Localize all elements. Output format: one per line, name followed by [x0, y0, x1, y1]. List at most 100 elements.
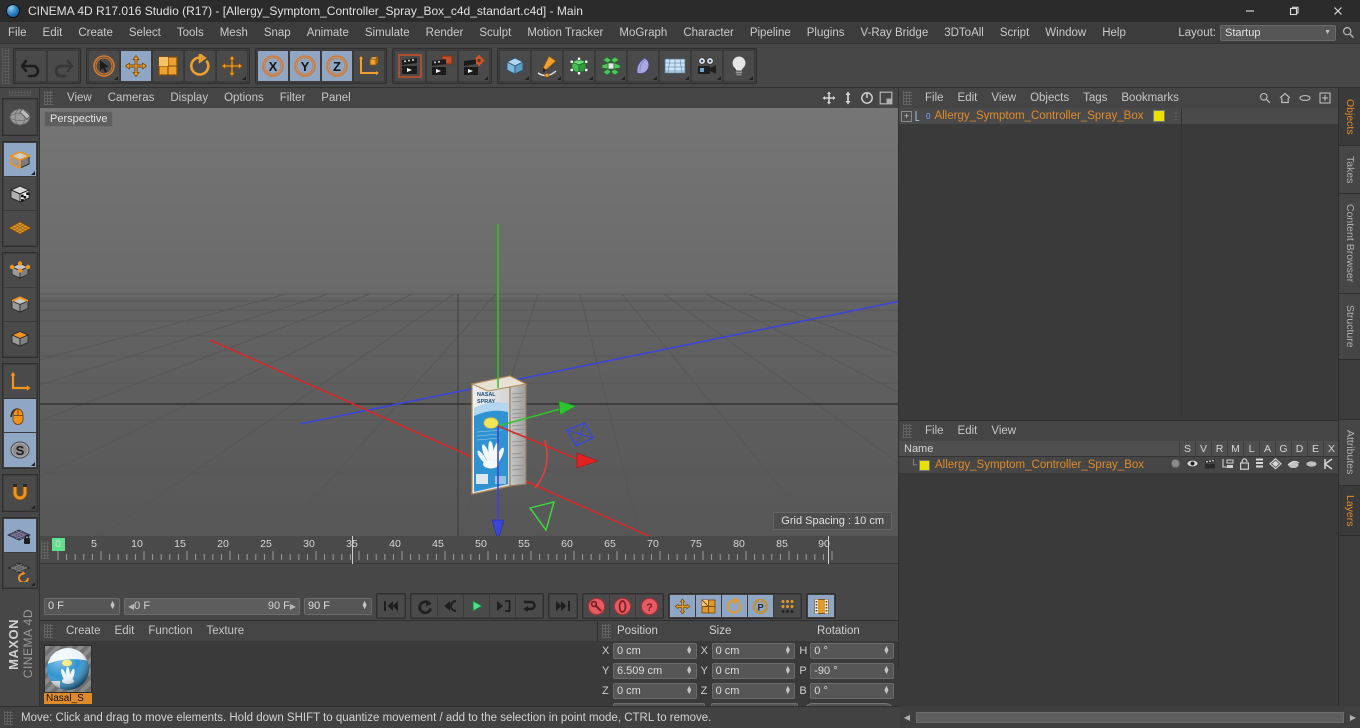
- scale-key-button[interactable]: [696, 595, 722, 617]
- objects-menu-file[interactable]: File: [918, 88, 951, 108]
- viewport-menu-options[interactable]: Options: [216, 88, 272, 108]
- object-layer-color-swatch[interactable]: [1153, 110, 1166, 122]
- rot-b-input[interactable]: 0 ° ▲ ▼: [810, 682, 894, 699]
- y-axis-lock-button[interactable]: Y: [289, 49, 321, 82]
- layers-col-d[interactable]: D: [1291, 440, 1307, 457]
- rotate-icon[interactable]: [859, 90, 875, 106]
- render-settings-button[interactable]: [458, 49, 490, 82]
- objects-tree-row[interactable]: + 0 Allergy_Symptom_Controller_Spray_Box…: [899, 108, 1339, 125]
- minimize-button[interactable]: [1228, 0, 1272, 22]
- pos-z-input[interactable]: 0 cm ▲ ▼: [612, 682, 697, 699]
- scrollbar-track[interactable]: [916, 711, 1344, 723]
- menu-pipeline[interactable]: Pipeline: [742, 22, 799, 44]
- tab-structure[interactable]: Structure: [1339, 294, 1360, 360]
- pos-x-input[interactable]: 0 cm ▲ ▼: [612, 642, 697, 659]
- step-back-button[interactable]: [438, 595, 464, 617]
- xpresso-toggle-icon[interactable]: [1323, 457, 1335, 473]
- viewport-menu-filter[interactable]: Filter: [272, 88, 314, 108]
- menu-snap[interactable]: Snap: [256, 22, 299, 44]
- layers-grip[interactable]: [903, 424, 912, 438]
- layers-col-s[interactable]: S: [1179, 440, 1195, 457]
- objects-menu-bookmarks[interactable]: Bookmarks: [1114, 88, 1186, 108]
- workplane-rotate-button[interactable]: [3, 553, 36, 587]
- viewport-menu-display[interactable]: Display: [162, 88, 216, 108]
- axis-mode-button[interactable]: [3, 365, 36, 399]
- enable-axis-button[interactable]: [3, 399, 36, 433]
- scroll-right-arrow-icon[interactable]: ▶: [1346, 710, 1360, 724]
- loop-button[interactable]: [516, 595, 542, 617]
- frame-range-slider[interactable]: ◀ 0 F 90 F ▶: [124, 597, 300, 615]
- magnet-tool-button[interactable]: [3, 476, 36, 510]
- ellipse-icon[interactable]: [1298, 91, 1312, 105]
- menu-plugins[interactable]: Plugins: [799, 22, 853, 44]
- rotate-tool-button[interactable]: [184, 49, 216, 82]
- menu-file[interactable]: File: [0, 22, 35, 44]
- menu-3dtoall[interactable]: 3DToAll: [936, 22, 992, 44]
- expression-toggle-icon[interactable]: [1305, 458, 1318, 472]
- material-menu-function[interactable]: Function: [141, 621, 199, 641]
- menu-edit[interactable]: Edit: [35, 22, 71, 44]
- rewind-loop-button[interactable]: [412, 595, 438, 617]
- menu-mesh[interactable]: Mesh: [212, 22, 256, 44]
- size-y-input[interactable]: 0 cm ▲ ▼: [711, 662, 796, 679]
- spinner-icon[interactable]: ▲ ▼: [780, 665, 791, 676]
- toolbar-grip[interactable]: [2, 47, 10, 84]
- objects-menu-tags[interactable]: Tags: [1076, 88, 1114, 108]
- tab-takes[interactable]: Takes: [1339, 146, 1360, 194]
- spinner-icon[interactable]: ▲ ▼: [780, 685, 791, 696]
- spinner-icon[interactable]: ▲ ▼: [879, 645, 890, 656]
- spinner-icon[interactable]: ▲ ▼: [105, 600, 116, 611]
- layers-col-l[interactable]: L: [1243, 440, 1259, 457]
- spinner-icon[interactable]: ▲ ▼: [879, 685, 890, 696]
- add-spline-button[interactable]: [531, 49, 563, 82]
- rot-p-input[interactable]: -90 ° ▲ ▼: [810, 662, 894, 679]
- point-mode-button[interactable]: [3, 254, 36, 288]
- key-selection-button[interactable]: ?: [636, 595, 662, 617]
- viewport-menu-cameras[interactable]: Cameras: [100, 88, 163, 108]
- play-button[interactable]: [464, 595, 490, 617]
- layer-badge[interactable]: 0: [915, 110, 930, 122]
- layers-col-a[interactable]: A: [1259, 440, 1275, 457]
- viewport-3d[interactable]: NASAL SPRAY Perspective Grid Spacing: 1…: [40, 108, 898, 536]
- objects-menu-edit[interactable]: Edit: [951, 88, 985, 108]
- material-menu-create[interactable]: Create: [59, 621, 108, 641]
- edge-mode-button[interactable]: [3, 288, 36, 322]
- z-axis-lock-button[interactable]: Z: [321, 49, 353, 82]
- size-z-input[interactable]: 0 cm ▲ ▼: [711, 682, 796, 699]
- home-icon[interactable]: [1278, 91, 1292, 105]
- step-forward-button[interactable]: [490, 595, 516, 617]
- tab-attributes[interactable]: Attributes: [1339, 420, 1360, 486]
- add-camera-button[interactable]: [691, 49, 723, 82]
- render-region-button[interactable]: [426, 49, 458, 82]
- material-grip[interactable]: [44, 624, 53, 638]
- polygon-mode-button[interactable]: [3, 322, 36, 356]
- menu-tools[interactable]: Tools: [169, 22, 212, 44]
- deformer-toggle-icon[interactable]: [1287, 458, 1300, 473]
- spinner-icon[interactable]: ▲ ▼: [682, 685, 693, 696]
- generator-toggle-icon[interactable]: [1269, 457, 1282, 473]
- redo-button[interactable]: [47, 49, 79, 82]
- layers-col-g[interactable]: G: [1275, 440, 1291, 457]
- menu-character[interactable]: Character: [675, 22, 742, 44]
- menu-animate[interactable]: Animate: [299, 22, 357, 44]
- objects-menu-objects[interactable]: Objects: [1023, 88, 1076, 108]
- menu-motion-tracker[interactable]: Motion Tracker: [519, 22, 611, 44]
- add-scene-object-button[interactable]: [627, 49, 659, 82]
- render-toggle-icon[interactable]: [1204, 458, 1217, 472]
- menu-mograph[interactable]: MoGraph: [611, 22, 675, 44]
- objects-grip[interactable]: [903, 91, 912, 105]
- range-right-arrow-icon[interactable]: ▶: [290, 602, 296, 611]
- add-generator-button[interactable]: [563, 49, 595, 82]
- maximize-button[interactable]: [1272, 0, 1316, 22]
- menu-sculpt[interactable]: Sculpt: [471, 22, 519, 44]
- menu-vray-bridge[interactable]: V-Ray Bridge: [852, 22, 936, 44]
- material-name-label[interactable]: Nasal_S: [44, 693, 92, 704]
- spinner-icon[interactable]: ▲ ▼: [682, 665, 693, 676]
- tab-content-browser[interactable]: Content Browser: [1339, 194, 1360, 294]
- rot-h-input[interactable]: 0 ° ▲ ▼: [810, 642, 894, 659]
- menu-simulate[interactable]: Simulate: [357, 22, 418, 44]
- spinner-icon-2[interactable]: ▲ ▼: [357, 600, 368, 611]
- spinner-icon[interactable]: ▲ ▼: [879, 665, 890, 676]
- material-menu-edit[interactable]: Edit: [108, 621, 142, 641]
- pos-y-input[interactable]: 6.509 cm ▲ ▼: [612, 662, 697, 679]
